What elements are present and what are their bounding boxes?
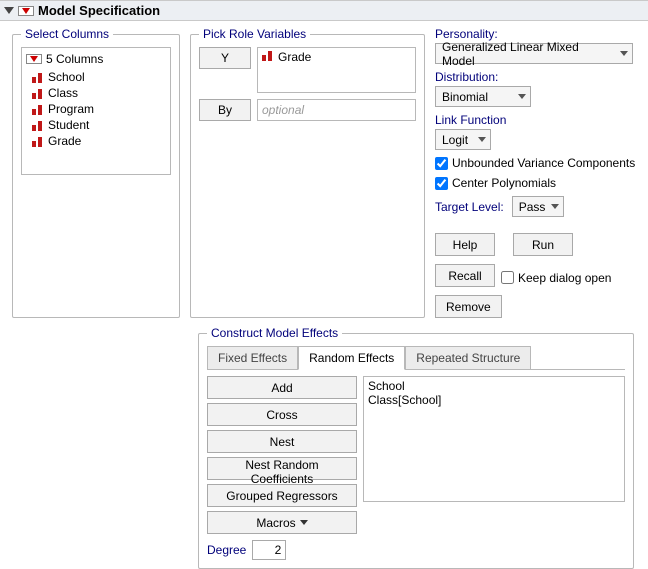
- link-function-select[interactable]: Logit: [435, 129, 491, 150]
- target-level-select[interactable]: Pass: [512, 196, 564, 217]
- column-item[interactable]: Grade: [26, 133, 166, 149]
- nest-random-coef-button[interactable]: Nest Random Coefficients: [207, 457, 357, 480]
- assign-by-button[interactable]: By: [199, 99, 251, 121]
- y-role-box[interactable]: Grade: [257, 47, 416, 93]
- nominal-icon: [32, 120, 44, 131]
- run-button[interactable]: Run: [513, 233, 573, 256]
- nominal-icon: [32, 104, 44, 115]
- center-polynomials-input[interactable]: [435, 177, 448, 190]
- remove-button[interactable]: Remove: [435, 295, 502, 318]
- options-column: Personality: Generalized Linear Mixed Mo…: [435, 27, 640, 318]
- by-placeholder: optional: [262, 103, 304, 117]
- select-columns-legend: Select Columns: [21, 27, 113, 41]
- columns-red-menu-icon[interactable]: [26, 54, 42, 64]
- effects-tabs: Fixed Effects Random Effects Repeated St…: [207, 346, 625, 370]
- by-role-box[interactable]: optional: [257, 99, 416, 121]
- effect-item[interactable]: Class[School]: [368, 393, 620, 407]
- assign-y-button[interactable]: Y: [199, 47, 251, 69]
- distribution-select[interactable]: Binomial: [435, 86, 531, 107]
- column-item[interactable]: School: [26, 69, 166, 85]
- columns-count-row[interactable]: 5 Columns: [26, 52, 166, 69]
- center-polynomials-checkbox[interactable]: Center Polynomials: [435, 176, 640, 190]
- red-triangle-menu-icon[interactable]: [18, 6, 34, 16]
- disclosure-triangle-icon[interactable]: [4, 7, 14, 14]
- nominal-icon: [32, 72, 44, 83]
- column-item[interactable]: Program: [26, 101, 166, 117]
- construct-model-effects-group: Construct Model Effects Fixed Effects Ra…: [198, 326, 634, 569]
- cross-effect-button[interactable]: Cross: [207, 403, 357, 426]
- effects-listbox[interactable]: School Class[School]: [363, 376, 625, 502]
- effect-item[interactable]: School: [368, 379, 620, 393]
- column-item[interactable]: Class: [26, 85, 166, 101]
- columns-count-label: 5 Columns: [46, 52, 103, 66]
- pick-role-group: Pick Role Variables Y Grade By optional: [190, 27, 425, 318]
- columns-listbox[interactable]: 5 Columns School Class Program Student G…: [21, 47, 171, 175]
- y-role-value: Grade: [278, 50, 311, 64]
- target-level-label: Target Level:: [435, 200, 504, 214]
- dialog-title: Model Specification: [38, 3, 160, 18]
- tab-random-effects[interactable]: Random Effects: [298, 346, 405, 370]
- nominal-icon: [262, 50, 274, 61]
- chevron-down-icon: [551, 204, 559, 209]
- nominal-icon: [32, 136, 44, 147]
- chevron-down-icon: [518, 94, 526, 99]
- construct-legend: Construct Model Effects: [207, 326, 342, 340]
- tab-repeated-structure[interactable]: Repeated Structure: [405, 346, 531, 370]
- effects-button-column: Add Cross Nest Nest Random Coefficients …: [207, 376, 357, 534]
- nest-effect-button[interactable]: Nest: [207, 430, 357, 453]
- recall-button[interactable]: Recall: [435, 264, 495, 287]
- macros-menu-button[interactable]: Macros: [207, 511, 357, 534]
- chevron-down-icon: [620, 51, 628, 56]
- distribution-label: Distribution:: [435, 70, 640, 84]
- link-function-label: Link Function: [435, 113, 640, 127]
- tab-fixed-effects[interactable]: Fixed Effects: [207, 346, 298, 370]
- pick-role-legend: Pick Role Variables: [199, 27, 310, 41]
- select-columns-group: Select Columns 5 Columns School Class Pr…: [12, 27, 180, 318]
- unbounded-variance-checkbox[interactable]: Unbounded Variance Components: [435, 156, 640, 170]
- chevron-down-icon: [478, 137, 486, 142]
- unbounded-variance-input[interactable]: [435, 157, 448, 170]
- title-bar: Model Specification: [0, 0, 648, 21]
- grouped-regressors-button[interactable]: Grouped Regressors: [207, 484, 357, 507]
- help-button[interactable]: Help: [435, 233, 495, 256]
- keep-dialog-open-input[interactable]: [501, 271, 514, 284]
- chevron-down-icon: [300, 520, 308, 525]
- add-effect-button[interactable]: Add: [207, 376, 357, 399]
- personality-select[interactable]: Generalized Linear Mixed Model: [435, 43, 633, 64]
- keep-dialog-open-checkbox[interactable]: Keep dialog open: [501, 268, 611, 287]
- column-item[interactable]: Student: [26, 117, 166, 133]
- nominal-icon: [32, 88, 44, 99]
- degree-label: Degree: [207, 543, 246, 557]
- degree-input[interactable]: [252, 540, 286, 560]
